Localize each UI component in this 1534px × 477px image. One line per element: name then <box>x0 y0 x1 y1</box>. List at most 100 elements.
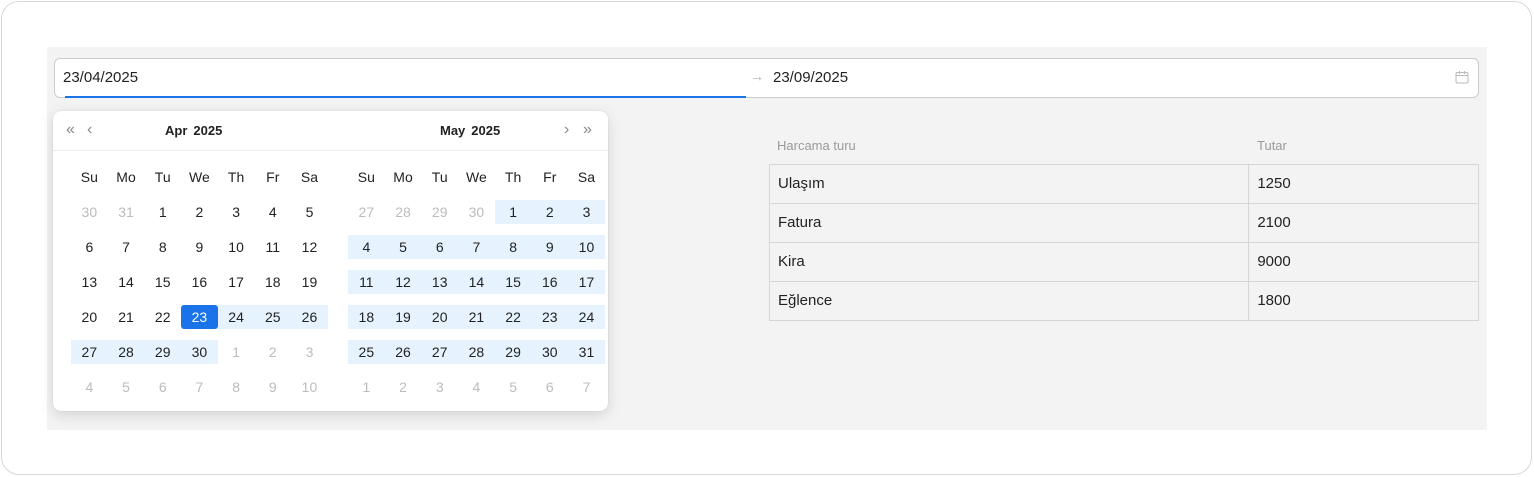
day-cell[interactable]: 6 <box>144 375 181 399</box>
day-cell[interactable]: 12 <box>291 235 328 259</box>
day-cell[interactable]: 3 <box>218 200 255 224</box>
day-cell[interactable]: 3 <box>421 375 458 399</box>
day-cell[interactable]: 6 <box>421 235 459 259</box>
day-cell[interactable]: 5 <box>384 235 422 259</box>
day-cell[interactable]: 4 <box>348 235 385 259</box>
day-cell[interactable]: 13 <box>71 270 108 294</box>
day-cell[interactable]: 1 <box>494 200 532 224</box>
day-cell[interactable]: 8 <box>494 235 532 259</box>
day-cell[interactable]: 8 <box>144 235 181 259</box>
day-cell[interactable]: 17 <box>218 270 255 294</box>
start-date-input[interactable]: 23/04/2025 <box>63 69 138 86</box>
next-month-icon[interactable]: › <box>564 121 569 139</box>
day-cell[interactable]: 3 <box>568 200 605 224</box>
end-date-input[interactable]: 23/09/2025 <box>773 69 848 86</box>
prev-month-icon[interactable]: ‹ <box>87 121 92 139</box>
day-cell[interactable]: 28 <box>458 340 495 364</box>
day-cell[interactable]: 2 <box>385 375 422 399</box>
day-cell[interactable]: 21 <box>458 305 495 329</box>
left-month-title[interactable]: Apr 2025 <box>162 123 225 138</box>
day-cell[interactable]: 14 <box>108 270 145 294</box>
day-cell[interactable]: 2 <box>181 200 218 224</box>
day-cell[interactable]: 7 <box>458 235 495 259</box>
day-cell[interactable]: 16 <box>531 270 569 294</box>
day-cell[interactable]: 1 <box>348 375 385 399</box>
day-cell[interactable]: 26 <box>384 340 422 364</box>
day-cell[interactable]: 15 <box>144 270 181 294</box>
day-cell[interactable]: 20 <box>71 305 108 329</box>
day-cell[interactable]: 20 <box>421 305 459 329</box>
calendar-icon[interactable] <box>1455 70 1469 84</box>
day-cell[interactable]: 4 <box>458 375 495 399</box>
day-cell[interactable]: 5 <box>291 200 328 224</box>
day-cell[interactable]: 24 <box>217 305 255 329</box>
table-row[interactable]: Kira 9000 <box>770 243 1479 282</box>
day-cell[interactable]: 24 <box>568 305 605 329</box>
day-cell[interactable]: 30 <box>531 340 569 364</box>
day-cell[interactable]: 21 <box>108 305 145 329</box>
day-cell[interactable]: 27 <box>421 340 459 364</box>
day-cell[interactable]: 19 <box>291 270 328 294</box>
day-cell[interactable]: 9 <box>531 235 569 259</box>
left-month-label[interactable]: Apr <box>165 123 187 138</box>
day-cell[interactable]: 31 <box>108 200 145 224</box>
day-cell[interactable]: 13 <box>421 270 459 294</box>
day-cell[interactable]: 25 <box>254 305 292 329</box>
left-year-label[interactable]: 2025 <box>193 123 222 138</box>
day-cell[interactable]: 5 <box>108 375 145 399</box>
day-cell[interactable]: 2 <box>531 200 569 224</box>
day-cell-selected[interactable]: 23 <box>181 305 218 329</box>
day-cell[interactable]: 26 <box>291 305 328 329</box>
right-month-label[interactable]: May <box>440 123 465 138</box>
day-cell[interactable]: 2 <box>254 340 291 364</box>
day-cell[interactable]: 10 <box>291 375 328 399</box>
day-cell[interactable]: 27 <box>71 340 108 364</box>
day-cell[interactable]: 22 <box>144 305 181 329</box>
day-cell[interactable]: 12 <box>384 270 422 294</box>
table-row[interactable]: Ulaşım 1250 <box>770 165 1479 204</box>
day-cell[interactable]: 7 <box>108 235 145 259</box>
day-cell[interactable]: 19 <box>384 305 422 329</box>
right-year-label[interactable]: 2025 <box>471 123 500 138</box>
day-cell[interactable]: 5 <box>495 375 532 399</box>
next-year-icon[interactable]: » <box>583 121 592 139</box>
day-cell[interactable]: 10 <box>218 235 255 259</box>
day-cell[interactable]: 6 <box>71 235 108 259</box>
day-cell[interactable]: 29 <box>144 340 182 364</box>
day-cell[interactable]: 4 <box>71 375 108 399</box>
day-cell[interactable]: 1 <box>144 200 181 224</box>
day-cell[interactable]: 28 <box>107 340 145 364</box>
day-cell[interactable]: 27 <box>348 200 385 224</box>
day-cell[interactable]: 9 <box>254 375 291 399</box>
day-cell[interactable]: 11 <box>348 270 385 294</box>
day-cell[interactable]: 1 <box>218 340 255 364</box>
right-month-title[interactable]: May 2025 <box>437 123 503 138</box>
day-cell[interactable]: 29 <box>421 200 458 224</box>
day-cell[interactable]: 30 <box>458 200 495 224</box>
day-cell[interactable]: 29 <box>494 340 532 364</box>
day-cell[interactable]: 14 <box>458 270 495 294</box>
day-cell[interactable]: 11 <box>254 235 291 259</box>
day-cell[interactable]: 4 <box>254 200 291 224</box>
day-cell[interactable]: 23 <box>531 305 569 329</box>
day-cell[interactable]: 22 <box>494 305 532 329</box>
day-cell[interactable]: 18 <box>348 305 385 329</box>
day-cell[interactable]: 6 <box>531 375 568 399</box>
day-cell[interactable]: 18 <box>254 270 291 294</box>
table-row[interactable]: Fatura 2100 <box>770 204 1479 243</box>
prev-year-icon[interactable]: « <box>66 121 75 139</box>
day-cell[interactable]: 28 <box>385 200 422 224</box>
day-cell[interactable]: 8 <box>218 375 255 399</box>
table-row[interactable]: Eğlence 1800 <box>770 282 1479 321</box>
day-cell[interactable]: 9 <box>181 235 218 259</box>
day-cell[interactable]: 31 <box>568 340 605 364</box>
day-cell[interactable]: 7 <box>568 375 605 399</box>
day-cell[interactable]: 25 <box>348 340 385 364</box>
day-cell[interactable]: 7 <box>181 375 218 399</box>
day-cell[interactable]: 30 <box>71 200 108 224</box>
date-range-input[interactable]: 23/04/2025 → 23/09/2025 <box>54 58 1479 98</box>
day-cell[interactable]: 30 <box>181 340 218 364</box>
day-cell[interactable]: 15 <box>494 270 532 294</box>
day-cell[interactable]: 3 <box>291 340 328 364</box>
day-cell[interactable]: 10 <box>568 235 605 259</box>
